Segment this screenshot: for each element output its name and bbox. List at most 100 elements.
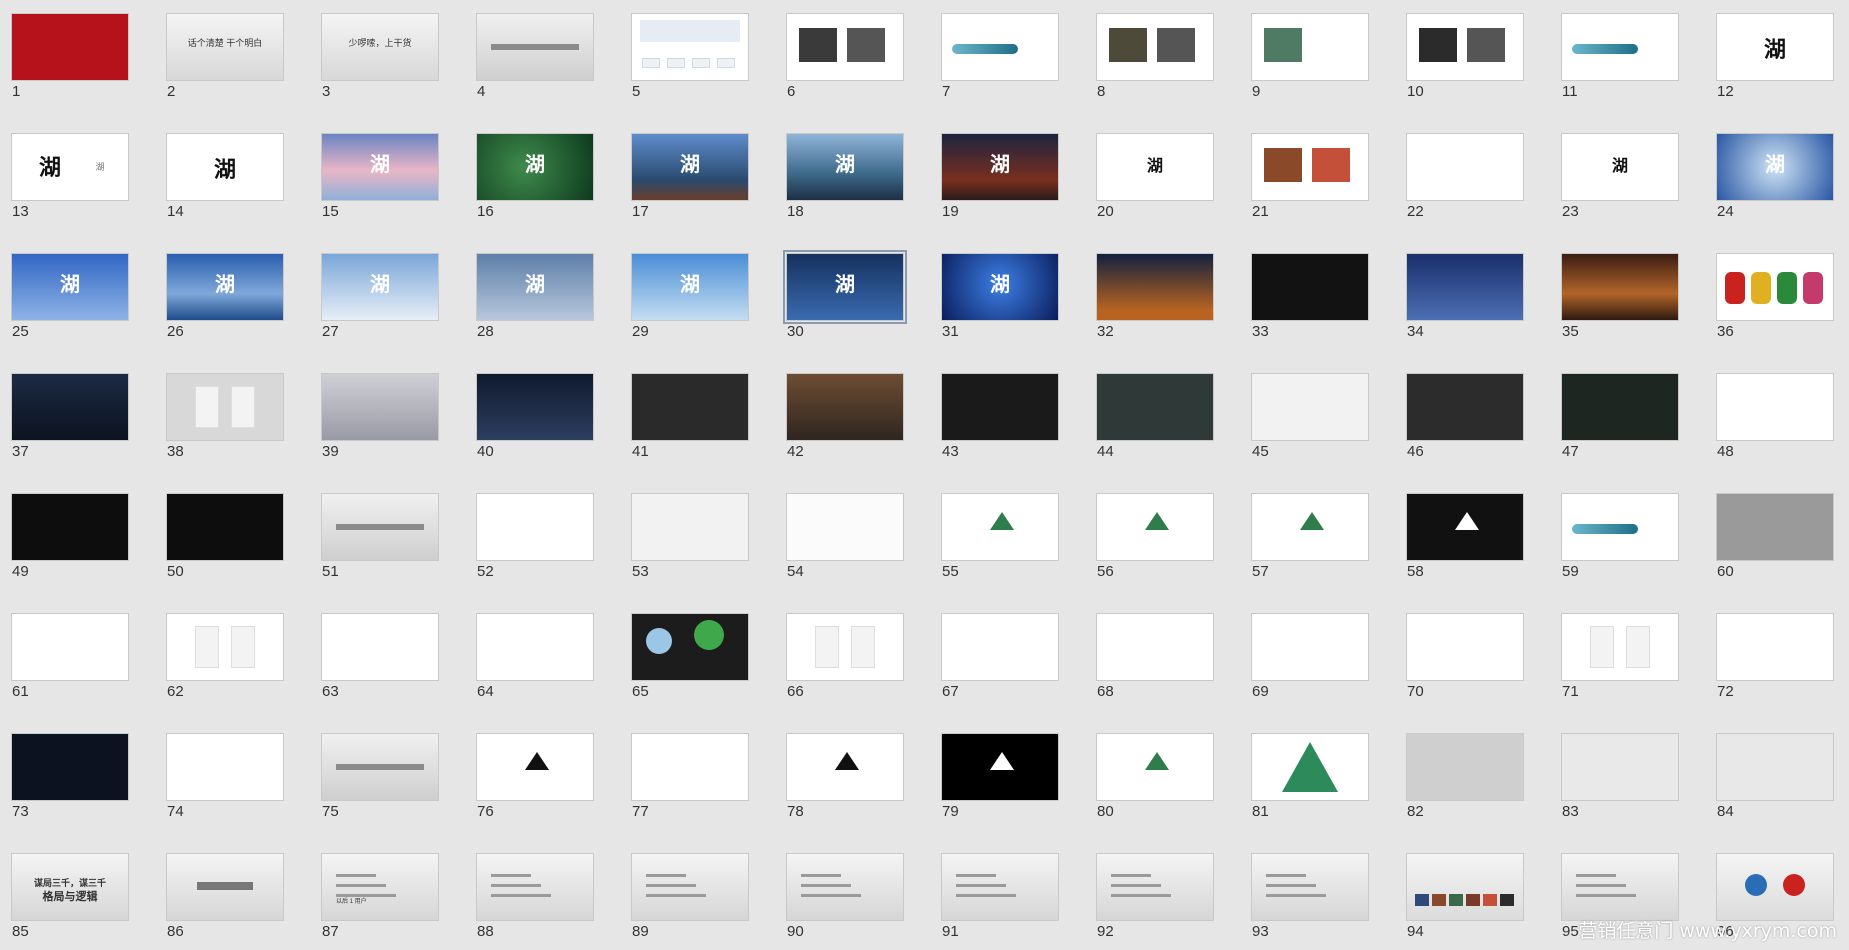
slide-thumbnail[interactable] (631, 853, 749, 921)
slide-thumbnail[interactable] (1716, 493, 1834, 561)
slide-thumbnail[interactable]: 湖 (1716, 13, 1834, 81)
slide-thumbnail-cell[interactable]: 55 (930, 480, 1085, 590)
slide-thumbnail-cell[interactable]: 10 (1395, 0, 1550, 110)
slide-thumbnail-cell[interactable]: 50 (155, 480, 310, 590)
slide-thumbnail-cell[interactable]: 36 (1705, 240, 1849, 350)
slide-thumbnail[interactable]: 湖 (321, 133, 439, 201)
slide-thumbnail[interactable] (476, 493, 594, 561)
slide-thumbnail-cell[interactable]: 63 (310, 600, 465, 710)
slide-thumbnail[interactable] (1561, 373, 1679, 441)
slide-thumbnail-cell[interactable]: 61 (0, 600, 155, 710)
slide-thumbnail-cell[interactable]: 59 (1550, 480, 1705, 590)
slide-thumbnail[interactable] (1406, 253, 1524, 321)
slide-thumbnail-cell[interactable]: 22 (1395, 120, 1550, 230)
slide-thumbnail-cell[interactable]: 湖湖 13 (0, 120, 155, 230)
slide-thumbnail-cell[interactable]: 37 (0, 360, 155, 470)
slide-thumbnail[interactable]: 湖 (1716, 133, 1834, 201)
slide-thumbnail[interactable] (1406, 733, 1524, 801)
slide-thumbnail[interactable] (1096, 493, 1214, 561)
slide-thumbnail-cell[interactable]: 68 (1085, 600, 1240, 710)
slide-thumbnail-cell[interactable]: 84 (1705, 720, 1849, 830)
slide-thumbnail-cell[interactable]: 湖 24 (1705, 120, 1849, 230)
slide-thumbnail[interactable] (631, 493, 749, 561)
slide-thumbnail[interactable] (1716, 733, 1834, 801)
slide-thumbnail[interactable] (11, 613, 129, 681)
slide-thumbnail[interactable] (1406, 853, 1524, 921)
slide-thumbnail[interactable] (11, 493, 129, 561)
slide-thumbnail[interactable] (1096, 253, 1214, 321)
slide-thumbnail[interactable]: 湖 (476, 253, 594, 321)
slide-thumbnail-cell[interactable]: 79 (930, 720, 1085, 830)
slide-thumbnail[interactable] (476, 373, 594, 441)
slide-thumbnail[interactable] (1561, 253, 1679, 321)
slide-thumbnail-cell[interactable]: 湖 30 (775, 240, 930, 350)
slide-thumbnail[interactable] (786, 853, 904, 921)
slide-thumbnail-cell[interactable]: 64 (465, 600, 620, 710)
slide-thumbnail[interactable]: 湖 (11, 253, 129, 321)
slide-thumbnail[interactable] (1251, 853, 1369, 921)
slide-thumbnail[interactable] (941, 373, 1059, 441)
slide-thumbnail-cell[interactable]: 湖 16 (465, 120, 620, 230)
slide-thumbnail[interactable] (1716, 253, 1834, 321)
slide-thumbnail[interactable]: 湖湖 (11, 133, 129, 201)
slide-thumbnail-cell[interactable]: 38 (155, 360, 310, 470)
slide-thumbnail[interactable] (166, 733, 284, 801)
slide-thumbnail-cell[interactable]: 湖 12 (1705, 0, 1849, 110)
slide-thumbnail-cell[interactable]: 94 (1395, 840, 1550, 950)
slide-thumbnail[interactable] (166, 493, 284, 561)
slide-thumbnail-cell[interactable]: 62 (155, 600, 310, 710)
slide-thumbnail[interactable] (941, 733, 1059, 801)
slide-thumbnail[interactable] (1251, 133, 1369, 201)
slide-thumbnail-cell[interactable]: 74 (155, 720, 310, 830)
slide-thumbnail[interactable] (1561, 493, 1679, 561)
slide-thumbnail-cell[interactable]: 34 (1395, 240, 1550, 350)
slide-thumbnail-cell[interactable]: 湖 18 (775, 120, 930, 230)
slide-thumbnail-cell[interactable]: 以后 1 用户 87 (310, 840, 465, 950)
slide-thumbnail[interactable]: 少啰嗦，上干货 (321, 13, 439, 81)
slide-thumbnail-cell[interactable]: 11 (1550, 0, 1705, 110)
slide-thumbnail[interactable] (1096, 13, 1214, 81)
slide-thumbnail[interactable] (631, 613, 749, 681)
slide-thumbnail-cell[interactable]: 69 (1240, 600, 1395, 710)
slide-thumbnail-cell[interactable]: 75 (310, 720, 465, 830)
slide-thumbnail[interactable] (1561, 733, 1679, 801)
slide-thumbnail-cell[interactable]: 78 (775, 720, 930, 830)
slide-thumbnail-cell[interactable]: 65 (620, 600, 775, 710)
slide-thumbnail[interactable] (1406, 493, 1524, 561)
slide-thumbnail[interactable] (786, 493, 904, 561)
slide-thumbnail[interactable] (11, 13, 129, 81)
slide-thumbnail[interactable] (1406, 133, 1524, 201)
slide-thumbnail[interactable] (476, 13, 594, 81)
slide-thumbnail[interactable]: 湖 (166, 253, 284, 321)
slide-thumbnail-cell[interactable]: 54 (775, 480, 930, 590)
slide-thumbnail[interactable] (11, 733, 129, 801)
slide-thumbnail[interactable] (1096, 853, 1214, 921)
slide-thumbnail-cell[interactable]: 66 (775, 600, 930, 710)
slide-thumbnail[interactable] (786, 373, 904, 441)
slide-thumbnail[interactable] (1561, 853, 1679, 921)
slide-thumbnail-cell[interactable]: 57 (1240, 480, 1395, 590)
slide-thumbnail-cell[interactable]: 60 (1705, 480, 1849, 590)
slide-thumbnail[interactable]: 湖 (941, 253, 1059, 321)
slide-thumbnail[interactable] (631, 13, 749, 81)
slide-thumbnail[interactable] (786, 733, 904, 801)
slide-thumbnail[interactable] (321, 373, 439, 441)
slide-thumbnail-cell[interactable]: 21 (1240, 120, 1395, 230)
slide-thumbnail-cell[interactable]: 42 (775, 360, 930, 470)
slide-thumbnail-cell[interactable]: 92 (1085, 840, 1240, 950)
slide-thumbnail[interactable] (1406, 373, 1524, 441)
slide-thumbnail-cell[interactable]: 湖 29 (620, 240, 775, 350)
slide-thumbnail[interactable]: 湖 (321, 253, 439, 321)
slide-thumbnail-cell[interactable]: 81 (1240, 720, 1395, 830)
slide-thumbnail[interactable] (321, 493, 439, 561)
slide-thumbnail[interactable]: 湖 (631, 253, 749, 321)
slide-thumbnail-cell[interactable]: 40 (465, 360, 620, 470)
slide-thumbnail-cell[interactable]: 72 (1705, 600, 1849, 710)
slide-thumbnail-cell[interactable]: 52 (465, 480, 620, 590)
slide-thumbnail[interactable] (1406, 13, 1524, 81)
slide-thumbnail[interactable]: 湖 (1096, 133, 1214, 201)
slide-thumbnail-cell[interactable]: 71 (1550, 600, 1705, 710)
slide-thumbnail[interactable] (1406, 613, 1524, 681)
slide-thumbnail[interactable] (476, 733, 594, 801)
slide-thumbnail-cell[interactable]: 32 (1085, 240, 1240, 350)
